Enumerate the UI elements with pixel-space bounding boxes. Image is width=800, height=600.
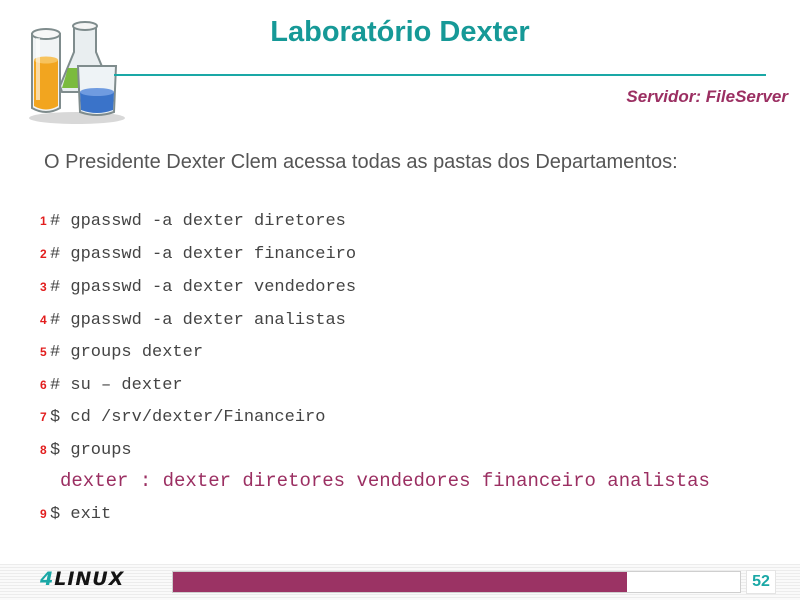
command-text: $ groups bbox=[50, 441, 132, 460]
command-text: # gpasswd -a dexter diretores bbox=[50, 212, 346, 231]
command-output: dexter : dexter diretores vendedores fin… bbox=[60, 470, 710, 492]
command-line: 4 # gpasswd -a dexter analistas bbox=[40, 311, 346, 335]
command-text: # gpasswd -a dexter analistas bbox=[50, 311, 346, 330]
line-number: 5 bbox=[40, 345, 47, 359]
line-number: 1 bbox=[40, 214, 47, 228]
line-number: 4 bbox=[40, 313, 47, 327]
command-text: # gpasswd -a dexter financeiro bbox=[50, 245, 357, 264]
line-number: 3 bbox=[40, 280, 47, 294]
line-number: 9 bbox=[40, 507, 47, 521]
command-line: 9 $ exit bbox=[40, 505, 111, 529]
command-text: $ cd /srv/dexter/Financeiro bbox=[50, 408, 326, 427]
command-line: 3 # gpasswd -a dexter vendedores bbox=[40, 278, 356, 302]
slide-progress-fill bbox=[173, 572, 627, 592]
command-line: 6 # su – dexter bbox=[40, 376, 183, 400]
title-divider bbox=[114, 74, 766, 76]
line-number: 8 bbox=[40, 443, 47, 457]
slide-progress-bar bbox=[172, 571, 741, 593]
command-line: 1 # gpasswd -a dexter diretores bbox=[40, 212, 346, 236]
command-text: $ exit bbox=[50, 505, 112, 524]
line-number: 7 bbox=[40, 410, 47, 424]
command-text: # gpasswd -a dexter vendedores bbox=[50, 278, 357, 297]
command-line: 2 # gpasswd -a dexter financeiro bbox=[40, 245, 356, 269]
page-number: 52 bbox=[746, 570, 776, 594]
page-title: Laboratório Dexter bbox=[270, 16, 530, 48]
command-text: # su – dexter bbox=[50, 376, 183, 395]
command-text: # groups dexter bbox=[50, 343, 204, 362]
command-line: 5 # groups dexter bbox=[40, 343, 203, 367]
server-label: Servidor: FileServer bbox=[626, 87, 788, 106]
line-number: 6 bbox=[40, 378, 47, 392]
command-line: 8 $ groups bbox=[40, 441, 132, 465]
brand-logo: 4LINUX bbox=[40, 568, 125, 590]
command-line: 7 $ cd /srv/dexter/Financeiro bbox=[40, 408, 325, 432]
line-number: 2 bbox=[40, 247, 47, 261]
intro-text: O Presidente Dexter Clem acessa todas as… bbox=[44, 151, 678, 173]
lab-glassware-logo bbox=[29, 21, 125, 124]
